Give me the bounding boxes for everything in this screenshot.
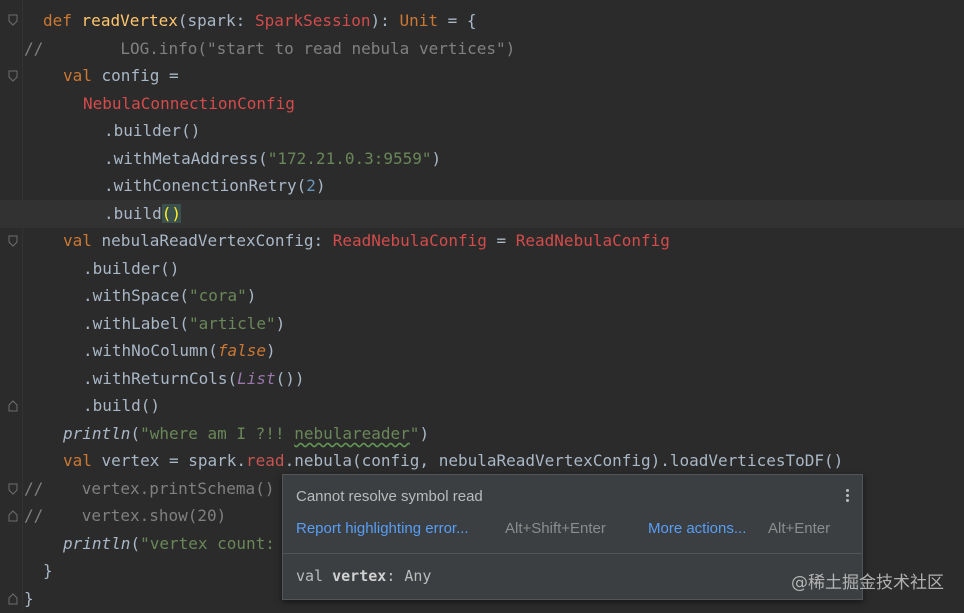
string-literal: "where am I ?!! bbox=[140, 424, 295, 443]
comment-marker: // bbox=[24, 39, 44, 58]
code-line[interactable]: .withConenctionRetry(2) bbox=[0, 172, 964, 200]
typo-word: nebulareader bbox=[294, 424, 410, 443]
code-line[interactable]: .withReturnCols(List()) bbox=[0, 365, 964, 393]
string-literal: "article" bbox=[188, 314, 276, 333]
code-text: .builder() bbox=[104, 121, 201, 140]
code-text: ()) bbox=[275, 369, 305, 388]
code-line[interactable]: // LOG.info("start to read nebula vertic… bbox=[0, 35, 964, 63]
comment-text: vertex.printSchema() bbox=[43, 479, 275, 498]
more-vertical-icon[interactable] bbox=[844, 487, 850, 505]
report-error-link[interactable]: Report highlighting error... bbox=[296, 520, 469, 537]
code-line[interactable]: .withLabel("article") bbox=[0, 310, 964, 338]
code-text: ): bbox=[370, 11, 400, 30]
comment-text: vertex.show(20) bbox=[43, 506, 227, 525]
code-text: .builder() bbox=[83, 259, 180, 278]
shortcut-label: Alt+Shift+Enter bbox=[505, 520, 606, 537]
error-tooltip-popup[interactable]: Cannot resolve symbol read Report highli… bbox=[282, 474, 863, 600]
matched-parens: () bbox=[161, 204, 182, 223]
code-text: .withLabel( bbox=[83, 314, 189, 333]
code-text: .withConenctionRetry( bbox=[104, 176, 307, 195]
code-line-current[interactable]: .build() bbox=[0, 200, 964, 228]
code-text: = bbox=[486, 231, 516, 250]
comment-text: LOG.info("start to read nebula vertices"… bbox=[43, 39, 516, 58]
unresolved-symbol[interactable]: read bbox=[246, 451, 285, 470]
shortcut-label: Alt+Enter bbox=[768, 520, 831, 537]
code-line[interactable]: val config = bbox=[0, 62, 964, 90]
error-message: Cannot resolve symbol read bbox=[296, 488, 483, 505]
closing-brace: } bbox=[24, 589, 34, 608]
string-literal: " bbox=[409, 424, 420, 443]
code-text: ( bbox=[130, 534, 141, 553]
unresolved-type: SparkSession bbox=[254, 11, 371, 30]
code-line[interactable]: .withMetaAddress("172.21.0.3:9559") bbox=[0, 145, 964, 173]
code-text: = { bbox=[437, 11, 477, 30]
code-line[interactable]: .withSpace("cora") bbox=[0, 282, 964, 310]
code-text: ) bbox=[315, 176, 326, 195]
unresolved-type: ReadNebulaConfig bbox=[332, 231, 487, 250]
keyword: val bbox=[63, 66, 92, 85]
watermark: @稀土掘金技术社区 bbox=[791, 573, 944, 593]
code-text: ( bbox=[130, 424, 141, 443]
code-line[interactable]: val vertex = spark.read.nebula(config, n… bbox=[0, 447, 964, 475]
comment-marker: // bbox=[24, 479, 44, 498]
code-line[interactable]: .build() bbox=[0, 392, 964, 420]
code-text: .withReturnCols( bbox=[83, 369, 238, 388]
decl-keyword: val bbox=[296, 567, 324, 585]
code-text: .withSpace( bbox=[83, 286, 189, 305]
number-literal: 2 bbox=[306, 176, 316, 195]
code-line[interactable]: .builder() bbox=[0, 117, 964, 145]
code-text: nebulaReadVertexConfig: bbox=[91, 231, 333, 250]
keyword: val bbox=[63, 451, 92, 470]
code-text: ) bbox=[246, 286, 257, 305]
code-line[interactable]: def readVertex(spark: SparkSession): Uni… bbox=[0, 7, 964, 35]
decl-type: : Any bbox=[386, 567, 432, 585]
function-name: readVertex bbox=[81, 11, 178, 30]
function-call: println bbox=[63, 424, 131, 443]
code-text: .withNoColumn( bbox=[83, 341, 218, 360]
code-line[interactable]: println("where am I ?!! nebulareader") bbox=[0, 420, 964, 448]
keyword: def bbox=[43, 11, 72, 30]
code-text: .build bbox=[104, 204, 162, 223]
code-line[interactable]: .builder() bbox=[0, 255, 964, 283]
comment-marker: // bbox=[24, 506, 44, 525]
code-text: .build() bbox=[83, 396, 161, 415]
closing-brace: } bbox=[43, 561, 53, 580]
code-text: ) bbox=[266, 341, 276, 360]
popup-divider bbox=[283, 553, 862, 554]
code-text: .nebula(config, nebulaReadVertexConfig).… bbox=[284, 451, 844, 470]
code-line[interactable]: val nebulaReadVertexConfig: ReadNebulaCo… bbox=[0, 227, 964, 255]
declaration-info: val vertex: Any bbox=[296, 567, 431, 585]
unresolved-type: NebulaConnectionConfig bbox=[83, 94, 295, 113]
code-text: ) bbox=[275, 314, 286, 333]
code-text: config = bbox=[91, 66, 179, 85]
code-text: ) bbox=[419, 424, 430, 443]
code-line[interactable]: .withNoColumn(false) bbox=[0, 337, 964, 365]
code-text: .withMetaAddress( bbox=[104, 149, 268, 168]
keyword: val bbox=[63, 231, 92, 250]
code-text: (spark: bbox=[177, 11, 255, 30]
keyword: false bbox=[217, 341, 267, 360]
unresolved-type: ReadNebulaConfig bbox=[515, 231, 670, 250]
object-name: List bbox=[237, 369, 276, 388]
code-text: ) bbox=[431, 149, 442, 168]
code-text: vertex = spark. bbox=[91, 451, 247, 470]
string-literal: "172.21.0.3:9559" bbox=[267, 149, 432, 168]
string-literal: "cora" bbox=[188, 286, 247, 305]
string-literal: "vertex count: bbox=[140, 534, 275, 553]
more-actions-link[interactable]: More actions... bbox=[648, 520, 746, 537]
code-line[interactable]: NebulaConnectionConfig bbox=[0, 90, 964, 118]
keyword: Unit bbox=[399, 11, 438, 30]
function-call: println bbox=[63, 534, 131, 553]
decl-name: vertex bbox=[332, 567, 387, 585]
